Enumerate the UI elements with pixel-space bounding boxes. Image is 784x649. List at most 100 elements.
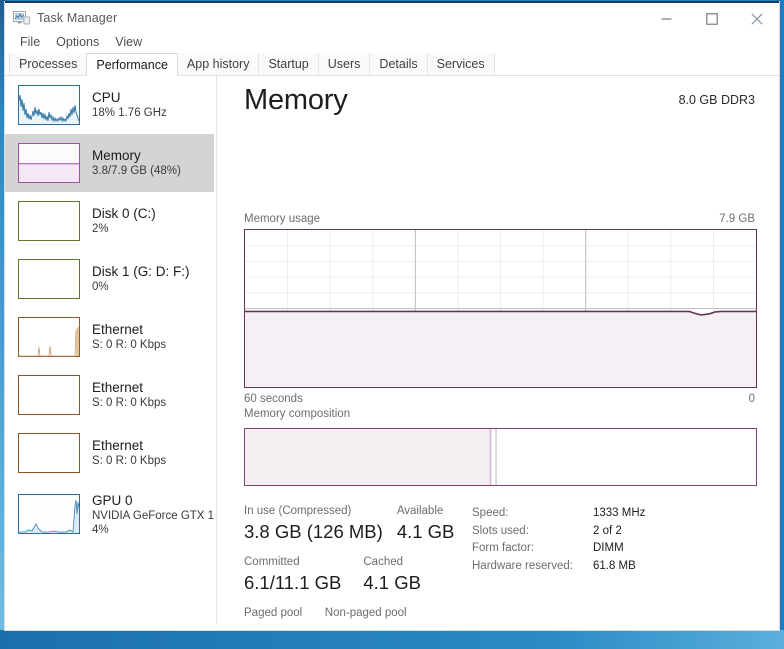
desktop-background-bottom <box>0 630 784 649</box>
sidebar-item-cpu[interactable]: CPU 18% 1.76 GHz <box>5 76 214 134</box>
sidebar-item-disk-1[interactable]: Disk 1 (G: D: F:) 0% <box>5 250 214 308</box>
stat-nonpaged-pool-value: 131 MB <box>325 621 407 623</box>
graph-axis-left-label: 60 seconds <box>244 393 303 405</box>
stat-paged-pool: Paged pool 225 MB <box>244 606 308 623</box>
title-bar-left: Task Manager <box>13 10 117 26</box>
memory-usage-label: Memory usage <box>244 213 321 225</box>
stat-inuse: In use (Compressed) 3.8 GB (126 MB) <box>244 504 383 544</box>
stat-nonpaged-pool-caption: Non-paged pool <box>324 607 407 619</box>
tab-services[interactable]: Services <box>426 53 495 75</box>
menu-item-options[interactable]: Options <box>49 33 106 52</box>
sidebar-item-ethernet-3-sub: S: 0 R: 0 Kbps <box>92 455 167 467</box>
sidebar-divider <box>216 76 217 623</box>
stat-paged-pool-value: 225 MB <box>244 621 308 623</box>
stat-committed-value: 6.1/11.1 GB <box>244 572 342 593</box>
sidebar-item-memory-sub: 3.8/7.9 GB (48%) <box>92 165 181 177</box>
table-row: Hardware reserved: 61.8 MB <box>472 559 645 577</box>
stat-cached-caption: Cached <box>363 556 404 568</box>
hw-slots-key: Slots used: <box>472 524 529 537</box>
sidebar-item-ethernet-3[interactable]: Ethernet S: 0 R: 0 Kbps <box>5 424 214 482</box>
memory-composition-label: Memory composition <box>244 408 351 420</box>
sidebar-item-disk-0-title: Disk 0 (C:) <box>92 206 156 221</box>
memory-composition-bar[interactable] <box>244 428 757 486</box>
disk-0-thumbnail-graph <box>18 201 80 241</box>
sidebar-item-ethernet-2-sub: S: 0 R: 0 Kbps <box>92 397 167 409</box>
hw-reserved-key: Hardware reserved: <box>472 559 573 572</box>
table-row: Form factor: DIMM <box>472 541 645 559</box>
table-row: Slots used: 2 of 2 <box>472 524 645 542</box>
stat-row-committed-cached: Committed 6.1/11.1 GB Cached 4.1 GB <box>244 555 464 595</box>
sidebar-item-gpu-0-title: GPU 0 <box>92 492 133 508</box>
task-manager-icon <box>13 10 30 26</box>
sidebar-item-cpu-sub: 18% 1.76 GHz <box>92 107 167 119</box>
hardware-info-table: Speed: 1333 MHz Slots used: 2 of 2 Form … <box>472 506 645 576</box>
title-bar[interactable]: Task Manager <box>5 1 779 32</box>
gpu-0-thumbnail-graph <box>18 494 80 534</box>
hw-slots-value: 2 of 2 <box>592 524 622 537</box>
tab-app-history[interactable]: App history <box>176 53 260 75</box>
sidebar-item-disk-1-title: Disk 1 (G: D: F:) <box>92 264 190 279</box>
stat-inuse-value: 3.8 GB (126 MB) <box>244 521 383 542</box>
task-manager-window: Task Manager File Options View Processes… <box>4 1 780 631</box>
ethernet-2-thumbnail-graph <box>18 375 80 415</box>
hw-formfactor-key: Form factor: <box>472 542 534 554</box>
memory-thumbnail-graph <box>18 143 80 183</box>
hw-speed-key: Speed: <box>472 507 509 519</box>
sidebar-item-ethernet-3-title: Ethernet <box>92 438 144 453</box>
memory-hardware-info: Speed: 1333 MHz Slots used: 2 of 2 Form … <box>472 506 645 576</box>
memory-detail-panel: Memory 8.0 GB DDR3 Memory usage 7.9 GB 6… <box>214 76 779 623</box>
sidebar-item-gpu-0[interactable]: GPU 0 NVIDIA GeForce GTX 105 4% <box>5 482 214 546</box>
minimize-button[interactable] <box>644 3 689 34</box>
tab-users[interactable]: Users <box>317 53 371 75</box>
sidebar-item-memory-text: Memory 3.8/7.9 GB (48%) <box>92 147 181 179</box>
stat-available-value: 4.1 GB <box>396 521 455 542</box>
sidebar-item-cpu-title: CPU <box>92 90 121 105</box>
stat-cached: Cached 4.1 GB <box>363 555 421 595</box>
memory-usage-max-label: 7.9 GB <box>719 213 755 225</box>
maximize-button[interactable] <box>689 3 734 34</box>
sidebar-item-ethernet-2[interactable]: Ethernet S: 0 R: 0 Kbps <box>5 366 214 424</box>
stat-available-caption: Available <box>396 505 444 517</box>
sidebar-item-ethernet-1[interactable]: Ethernet S: 0 R: 0 Kbps <box>5 308 214 366</box>
menu-item-file[interactable]: File <box>13 33 47 52</box>
sidebar-item-cpu-text: CPU 18% 1.76 GHz <box>92 89 167 121</box>
tab-performance[interactable]: Performance <box>86 53 178 76</box>
sidebar-item-ethernet-2-title: Ethernet <box>92 380 144 395</box>
stat-committed-caption: Committed <box>244 556 300 568</box>
sidebar-item-ethernet-3-text: Ethernet S: 0 R: 0 Kbps <box>92 437 166 469</box>
tab-processes[interactable]: Processes <box>9 53 88 75</box>
sidebar-item-disk-0[interactable]: Disk 0 (C:) 2% <box>5 192 214 250</box>
tab-details[interactable]: Details <box>369 53 428 75</box>
status-bar: Fewer details Open Resource Monitor <box>5 623 779 630</box>
stat-row-inuse-available: In use (Compressed) 3.8 GB (126 MB) Avai… <box>244 504 464 544</box>
stat-inuse-caption: In use (Compressed) <box>244 505 352 517</box>
close-button[interactable] <box>734 3 779 34</box>
ethernet-3-thumbnail-graph <box>18 433 80 473</box>
table-row: Speed: 1333 MHz <box>472 506 645 524</box>
disk-1-thumbnail-graph <box>18 259 80 299</box>
stat-paged-pool-caption: Paged pool <box>244 607 303 619</box>
sidebar-item-ethernet-1-text: Ethernet S: 0 R: 0 Kbps <box>92 321 166 353</box>
ethernet-1-thumbnail-graph <box>18 317 80 357</box>
stat-nonpaged-pool: Non-paged pool 131 MB <box>325 606 407 623</box>
stat-row-pools: Paged pool 225 MB Non-paged pool 131 MB <box>244 606 464 623</box>
sidebar-item-gpu-0-usage: 4% <box>92 523 109 536</box>
stat-available: Available 4.1 GB <box>397 504 455 544</box>
hw-reserved-value: 61.8 MB <box>592 559 636 572</box>
menu-item-view[interactable]: View <box>108 33 149 52</box>
tab-startup[interactable]: Startup <box>258 53 319 75</box>
sidebar-item-ethernet-1-title: Ethernet <box>92 322 144 337</box>
window-title: Task Manager <box>37 11 118 25</box>
cpu-thumbnail-graph <box>18 85 80 125</box>
sidebar-item-memory-title: Memory <box>92 148 141 163</box>
sidebar-item-gpu-0-device: NVIDIA GeForce GTX 105 <box>92 509 214 522</box>
hw-formfactor-value: DIMM <box>592 542 624 554</box>
graph-axis-right-label: 0 <box>748 393 755 405</box>
memory-usage-graph[interactable] <box>244 229 757 388</box>
performance-body: CPU 18% 1.76 GHz Memory 3.8/7.9 GB (48%) <box>5 76 779 623</box>
resource-list[interactable]: CPU 18% 1.76 GHz Memory 3.8/7.9 GB (48%) <box>5 76 214 623</box>
sidebar-item-memory[interactable]: Memory 3.8/7.9 GB (48%) <box>5 134 214 192</box>
sidebar-item-disk-0-text: Disk 0 (C:) 2% <box>92 205 156 237</box>
menu-bar: File Options View <box>5 32 779 53</box>
hw-speed-value: 1333 MHz <box>592 507 646 519</box>
